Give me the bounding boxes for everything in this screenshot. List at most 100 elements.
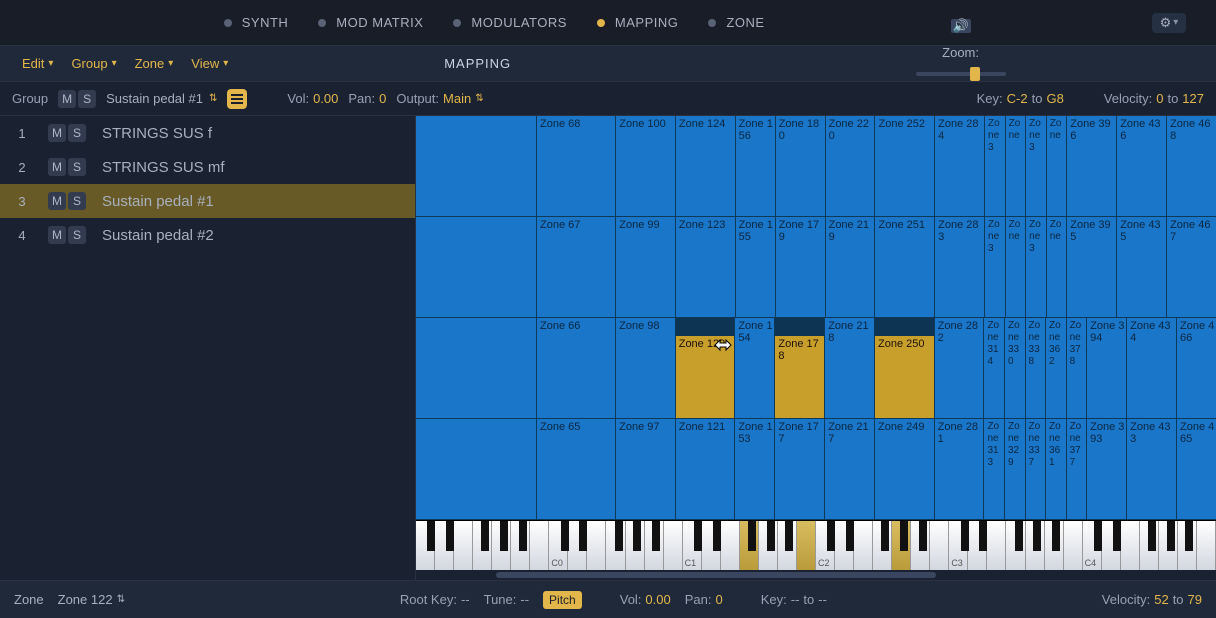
group-pan[interactable]: Pan:0 [348,91,386,106]
zone-cell[interactable]: Zone 465 [1176,419,1216,519]
solo-button[interactable]: S [68,124,86,142]
zone-cell[interactable]: Zone 155 [735,217,775,317]
zone-cell[interactable]: Zone 220 [825,116,875,216]
menu-group[interactable]: Group▾ [63,52,124,75]
zone-cell[interactable]: Zone 377 [1066,419,1087,519]
black-key[interactable] [446,521,454,551]
zone-cell[interactable]: Zone 121 [675,419,735,519]
zone-cell[interactable]: Zone 123 [675,217,735,317]
zone-cell[interactable]: Zone 122 [675,318,735,418]
mute-button[interactable]: M [48,226,66,244]
group-row[interactable]: 3MSSustain pedal #1 [0,184,415,218]
zone-cell[interactable]: Zone 284 [934,116,984,216]
zone-cell[interactable]: Zone 330 [1004,318,1025,418]
zone-tune[interactable]: Tune:-- [484,592,529,607]
zone-cell[interactable]: Zone 252 [874,116,934,216]
zone-cell[interactable]: Zone 217 [824,419,874,519]
zone-cell[interactable]: Zone 314 [983,318,1004,418]
white-key[interactable] [664,521,683,570]
black-key[interactable] [1094,521,1102,551]
black-key[interactable] [961,521,969,551]
group-row[interactable]: 4MSSustain pedal #2 [0,218,415,252]
group-row[interactable]: 2MSSTRINGS SUS mf [0,150,415,184]
zone-cell[interactable]: Zone 251 [874,217,934,317]
group-name-selector[interactable]: Sustain pedal #1 ⇅ [106,91,217,106]
zone-cell[interactable]: Zone 362 [1045,318,1066,418]
white-key[interactable] [1064,521,1083,570]
black-key[interactable] [615,521,623,551]
zone-cell[interactable]: Zone 378 [1066,318,1087,418]
zone-cell[interactable]: Zone 3 [984,217,1005,317]
black-key[interactable] [979,521,987,551]
solo-button[interactable]: S [68,192,86,210]
zone-cell[interactable]: Zone 180 [775,116,825,216]
black-key[interactable] [748,521,756,551]
black-key[interactable] [1148,521,1156,551]
black-key[interactable] [481,521,489,551]
zone-cell[interactable]: Zone 178 [774,318,824,418]
zone-cell[interactable]: Zone 124 [675,116,735,216]
black-key[interactable] [767,521,775,551]
zone-velocity-range[interactable]: Velocity:52to79 [1102,592,1202,607]
zone-cell[interactable]: Zone 338 [1025,318,1046,418]
white-key[interactable] [854,521,873,570]
black-key[interactable] [713,521,721,551]
white-key[interactable] [987,521,1006,570]
group-list-toggle[interactable] [227,89,247,109]
black-key[interactable] [579,521,587,551]
zone-cell[interactable]: Zone 467 [1166,217,1216,317]
zone-cell[interactable]: Zone 396 [1066,116,1116,216]
black-key[interactable] [1185,521,1193,551]
mute-button[interactable]: M [48,192,66,210]
zone-cell[interactable]: Zone 98 [615,318,675,418]
zone-cell[interactable]: Zone 68 [536,116,615,216]
group-solo-button[interactable]: S [78,90,96,108]
mute-button[interactable]: M [48,124,66,142]
zone-cell[interactable]: Zone 395 [1066,217,1116,317]
zone-cell[interactable]: Zone 153 [734,419,774,519]
zone-cell[interactable]: Zone [1005,116,1026,216]
group-output[interactable]: Output:Main⇅ [396,91,483,106]
black-key[interactable] [881,521,889,551]
zone-cell[interactable]: Zone [1046,116,1067,216]
pitch-toggle[interactable]: Pitch [543,591,582,609]
white-key[interactable] [1121,521,1140,570]
black-key[interactable] [1113,521,1121,551]
scrollbar-thumb[interactable] [496,572,936,578]
zone-cell[interactable]: Zone 154 [734,318,774,418]
zone-rootkey[interactable]: Root Key:-- [400,592,470,607]
zone-cell[interactable]: Zone [1005,217,1026,317]
keyboard[interactable]: C0C1C2C3C4 [416,520,1216,570]
zone-cell[interactable]: Zone 393 [1086,419,1126,519]
black-key[interactable] [500,521,508,551]
zone-cell[interactable]: Zone 394 [1086,318,1126,418]
group-vol[interactable]: Vol:0.00 [287,91,338,106]
white-key[interactable] [454,521,473,570]
zone-cell[interactable]: Zone 436 [1116,116,1166,216]
menu-edit[interactable]: Edit▾ [14,52,61,75]
zone-cell[interactable]: Zone 3 [1025,217,1046,317]
zone-cell[interactable]: Zone 281 [934,419,984,519]
zone-cell[interactable]: Zone 156 [735,116,775,216]
zone-cell[interactable]: Zone 313 [983,419,1004,519]
mute-button[interactable]: M [48,158,66,176]
black-key[interactable] [1167,521,1175,551]
black-key[interactable] [919,521,927,551]
black-key[interactable] [900,521,908,551]
zoom-handle[interactable] [970,67,980,81]
black-key[interactable] [633,521,641,551]
zone-cell[interactable]: Zone 433 [1126,419,1176,519]
menu-view[interactable]: View▾ [183,52,236,75]
zone-cell[interactable]: Zone 179 [775,217,825,317]
zone-cell[interactable]: Zone 67 [536,217,615,317]
zone-cell[interactable]: Zone 337 [1025,419,1046,519]
white-key[interactable] [1197,521,1216,570]
audition-speaker-button[interactable]: 🔊 [951,19,971,33]
black-key[interactable] [1033,521,1041,551]
tab-modulators[interactable]: MODULATORS [453,15,567,30]
zone-cell[interactable]: Zone 329 [1004,419,1025,519]
zone-cell[interactable]: Zone [1046,217,1067,317]
zone-cell[interactable]: Zone 434 [1126,318,1176,418]
group-velocity-range[interactable]: Velocity:0to127 [1104,91,1204,106]
group-row[interactable]: 1MSSTRINGS SUS f [0,116,415,150]
